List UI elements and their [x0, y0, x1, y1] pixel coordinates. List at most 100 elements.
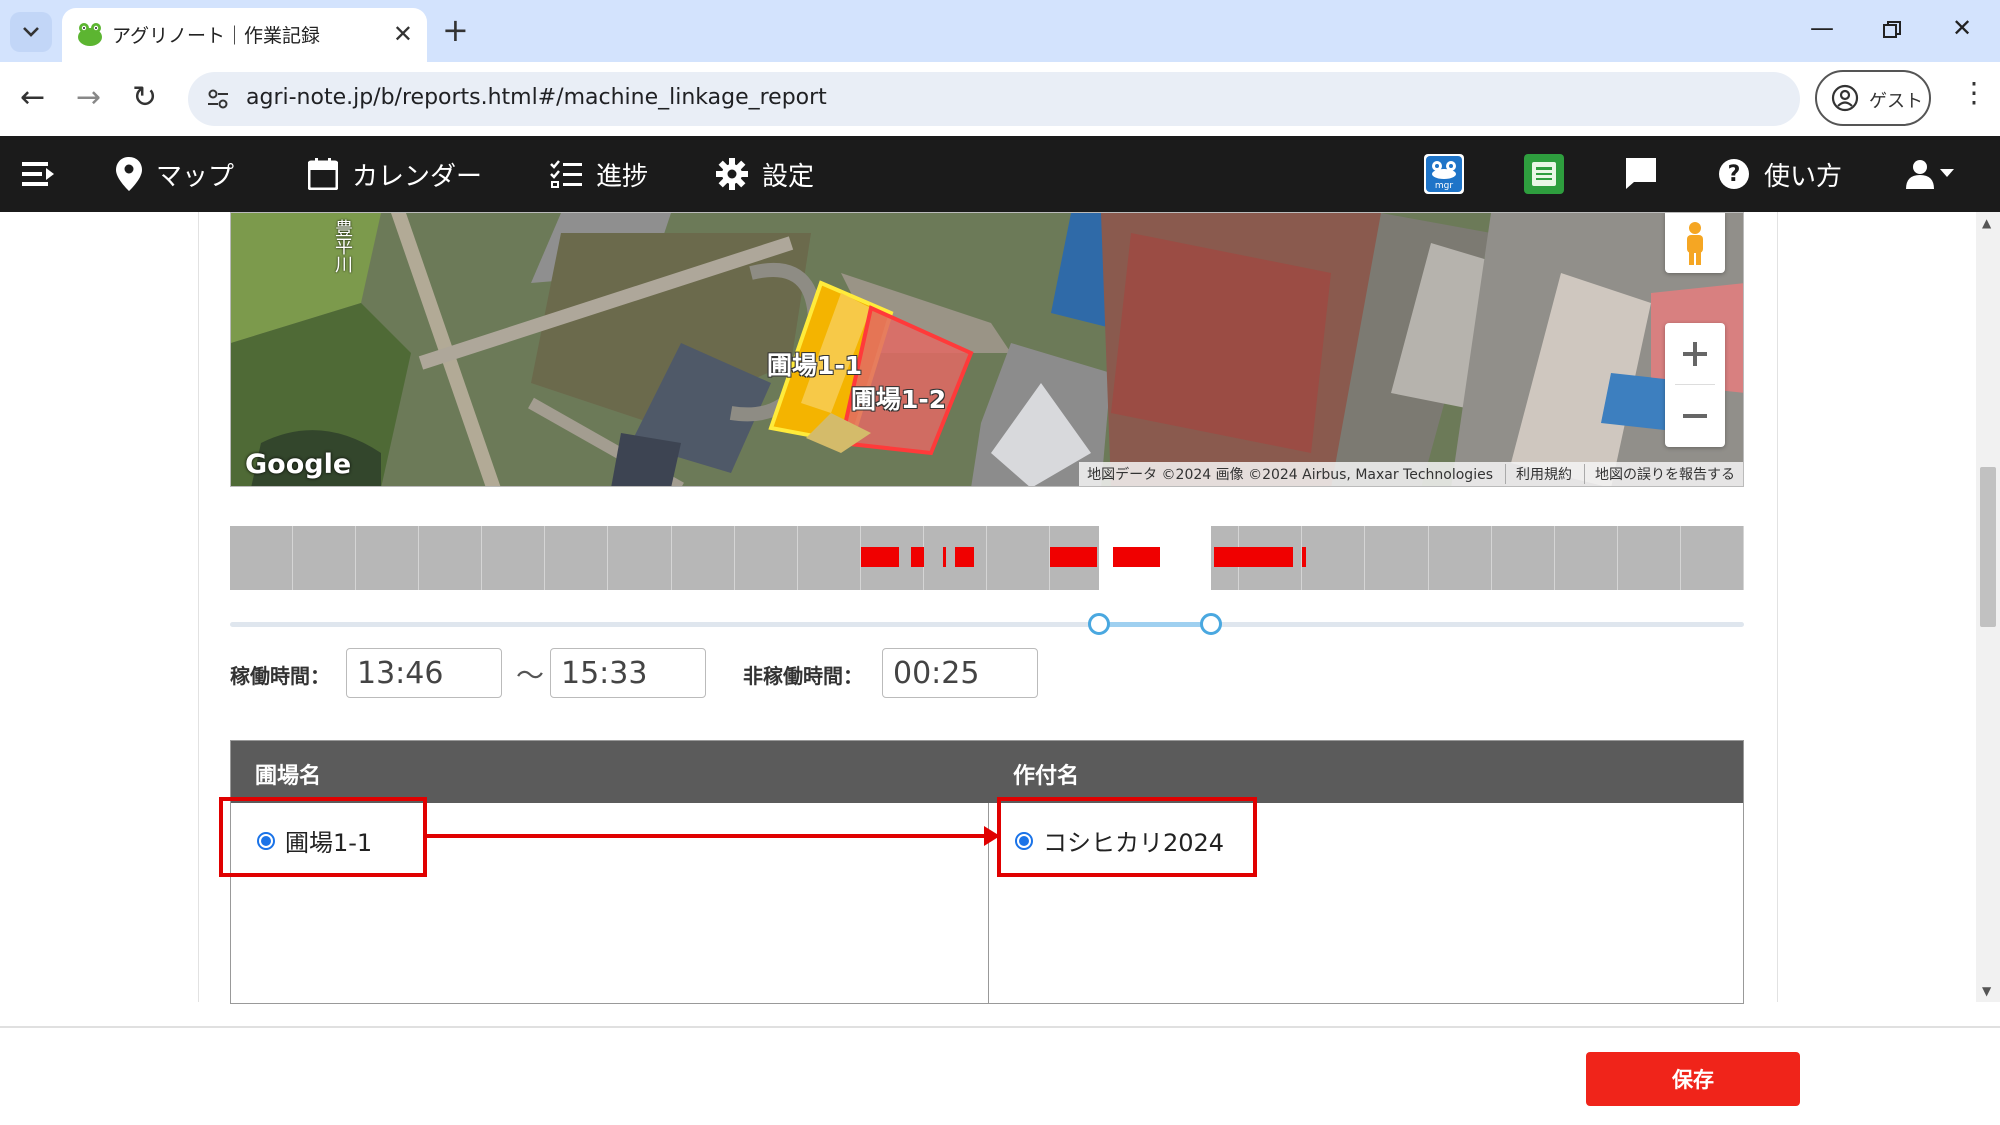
nav-calendar[interactable]: カレンダー [308, 136, 482, 212]
field-highlight-box [219, 797, 427, 877]
report-error-link[interactable]: 地図の誤りを報告する [1584, 464, 1735, 484]
terms-link[interactable]: 利用規約 [1505, 464, 1572, 484]
record-book-button[interactable] [1524, 154, 1564, 194]
browser-menu-icon[interactable]: ⋮ [1960, 76, 1988, 109]
satellite-imagery [231, 213, 1743, 486]
timeline-activity-bar [1302, 547, 1306, 567]
timeline-hour-cell [672, 526, 735, 590]
zoom-out-button[interactable] [1665, 385, 1725, 447]
timeline-hour-cell [735, 526, 798, 590]
street-view-pegman[interactable] [1665, 213, 1725, 273]
tab-search-button[interactable] [10, 12, 52, 52]
nav-calendar-label: カレンダー [352, 161, 483, 192]
user-menu[interactable] [1906, 136, 1954, 212]
browser-tab-strip: アグリノート｜作業記録 ✕ + — ✕ [0, 0, 2000, 62]
idle-time-input[interactable] [882, 648, 1038, 698]
forward-icon[interactable]: → [76, 80, 101, 116]
pegman-icon [1687, 222, 1703, 265]
timeline-activity-bar [860, 547, 899, 567]
url-text: agri-note.jp/b/reports.html#/machine_lin… [246, 85, 827, 110]
timeline-hour-cell [1492, 526, 1555, 590]
chevron-down-icon [23, 27, 39, 37]
menu-toggle-icon[interactable] [22, 160, 56, 188]
field-crop-table: 圃場名 作付名 圃場1-1 コシヒカリ2024 [230, 740, 1744, 1004]
work-time-row: 稼働時間： ～ 非稼働時間： [230, 648, 1744, 698]
satellite-map[interactable]: 圃場1-1 圃場1-2 豊平川 Google 地図データ ©2024 画像 ©2… [230, 212, 1744, 487]
map-field-label-2[interactable]: 圃場1-2 [851, 380, 946, 416]
minimize-icon[interactable]: — [1810, 14, 1834, 42]
timeline-activity-bar [955, 547, 975, 567]
nav-map-label: マップ [156, 161, 235, 192]
action-footer: 保存 [0, 1026, 2000, 1125]
timeline-hour-cell [1366, 526, 1429, 590]
reload-icon[interactable]: ↻ [132, 80, 157, 116]
timeline-hour-cell [230, 526, 294, 590]
address-bar-row: ← → ↻ agri-note.jp/b/reports.html#/machi… [0, 62, 2000, 136]
page-scrollbar[interactable]: ▲ ▼ [1976, 212, 2000, 1002]
scroll-down-arrow-icon[interactable]: ▼ [1982, 984, 1991, 998]
window-close-icon[interactable]: ✕ [1952, 14, 1972, 42]
account-circle-icon [1831, 84, 1859, 112]
timeline-hour-cell [609, 526, 672, 590]
plus-icon [1683, 342, 1707, 366]
timeline-activity-bar [911, 547, 924, 567]
tab-close-icon[interactable]: ✕ [393, 20, 413, 48]
nav-settings[interactable]: 設定 [716, 136, 814, 212]
crop-name-header: 作付名 [1013, 764, 1080, 789]
end-time-input[interactable] [550, 648, 706, 698]
timeline-hour-cell [293, 526, 357, 590]
scroll-thumb[interactable] [1980, 467, 1996, 627]
map-field-label-1[interactable]: 圃場1-1 [767, 346, 862, 382]
time-range-slider-fill [1098, 622, 1211, 627]
new-tab-button[interactable]: + [442, 12, 469, 48]
app-navbar: マップ カレンダー 進捗 設定 mgr ? 使い方 [0, 136, 2000, 212]
help-circle-icon: ? [1719, 159, 1749, 189]
zoom-control [1665, 323, 1725, 447]
timeline-activity-bar [1214, 547, 1293, 567]
annotation-arrow-line [427, 834, 984, 838]
site-info-icon[interactable] [204, 85, 232, 113]
timeline-hour-cell [1302, 526, 1366, 590]
omnibox[interactable]: agri-note.jp/b/reports.html#/machine_lin… [188, 72, 1800, 126]
nav-help-label: 使い方 [1764, 161, 1843, 192]
idle-time-label: 非稼働時間： [743, 664, 863, 688]
timeline-hour-cell [987, 526, 1051, 590]
annotation-arrow-head [984, 826, 1000, 846]
timeline-hour-cell [356, 526, 420, 590]
operation-timeline[interactable] [230, 526, 1744, 590]
nav-help[interactable]: ? 使い方 [1718, 136, 1842, 212]
zoom-in-button[interactable] [1665, 323, 1725, 385]
timeline-hour-cell [1555, 526, 1618, 590]
timeline-activity-bar [942, 547, 946, 567]
mgr-app-button[interactable]: mgr [1424, 154, 1464, 194]
minus-icon [1683, 414, 1707, 418]
nav-progress[interactable]: 進捗 [550, 136, 648, 212]
gear-icon [716, 158, 748, 190]
time-range-slider-track[interactable] [230, 622, 1744, 627]
profile-label: ゲスト [1869, 91, 1923, 112]
chat-bubble-icon[interactable] [1624, 156, 1658, 190]
map-pin-icon [116, 157, 142, 191]
start-time-input[interactable] [346, 648, 502, 698]
browser-tab[interactable]: アグリノート｜作業記録 ✕ [62, 8, 427, 62]
calendar-icon [308, 158, 338, 190]
report-content: 圃場1-1 圃場1-2 豊平川 Google 地図データ ©2024 画像 ©2… [0, 212, 1976, 1026]
map-river-label: 豊平川 [332, 219, 353, 273]
tab-title: アグリノート｜作業記録 [112, 25, 321, 47]
slider-end-handle[interactable] [1199, 613, 1222, 635]
user-icon [1906, 160, 1934, 189]
back-icon[interactable]: ← [20, 80, 45, 116]
slider-start-handle[interactable] [1087, 613, 1110, 635]
scroll-up-arrow-icon[interactable]: ▲ [1982, 216, 1991, 230]
work-time-label: 稼働時間： [230, 664, 330, 688]
profile-button[interactable]: ゲスト [1815, 70, 1931, 126]
crop-highlight-box [997, 797, 1257, 877]
nav-settings-label: 設定 [762, 161, 815, 192]
table-header: 圃場名 作付名 [231, 741, 1743, 803]
restore-icon[interactable] [1882, 20, 1902, 40]
nav-progress-label: 進捗 [596, 161, 649, 192]
nav-map[interactable]: マップ [116, 136, 234, 212]
checklist-icon [550, 160, 582, 188]
save-button[interactable]: 保存 [1586, 1052, 1800, 1106]
svg-text:mgr: mgr [1435, 181, 1453, 191]
